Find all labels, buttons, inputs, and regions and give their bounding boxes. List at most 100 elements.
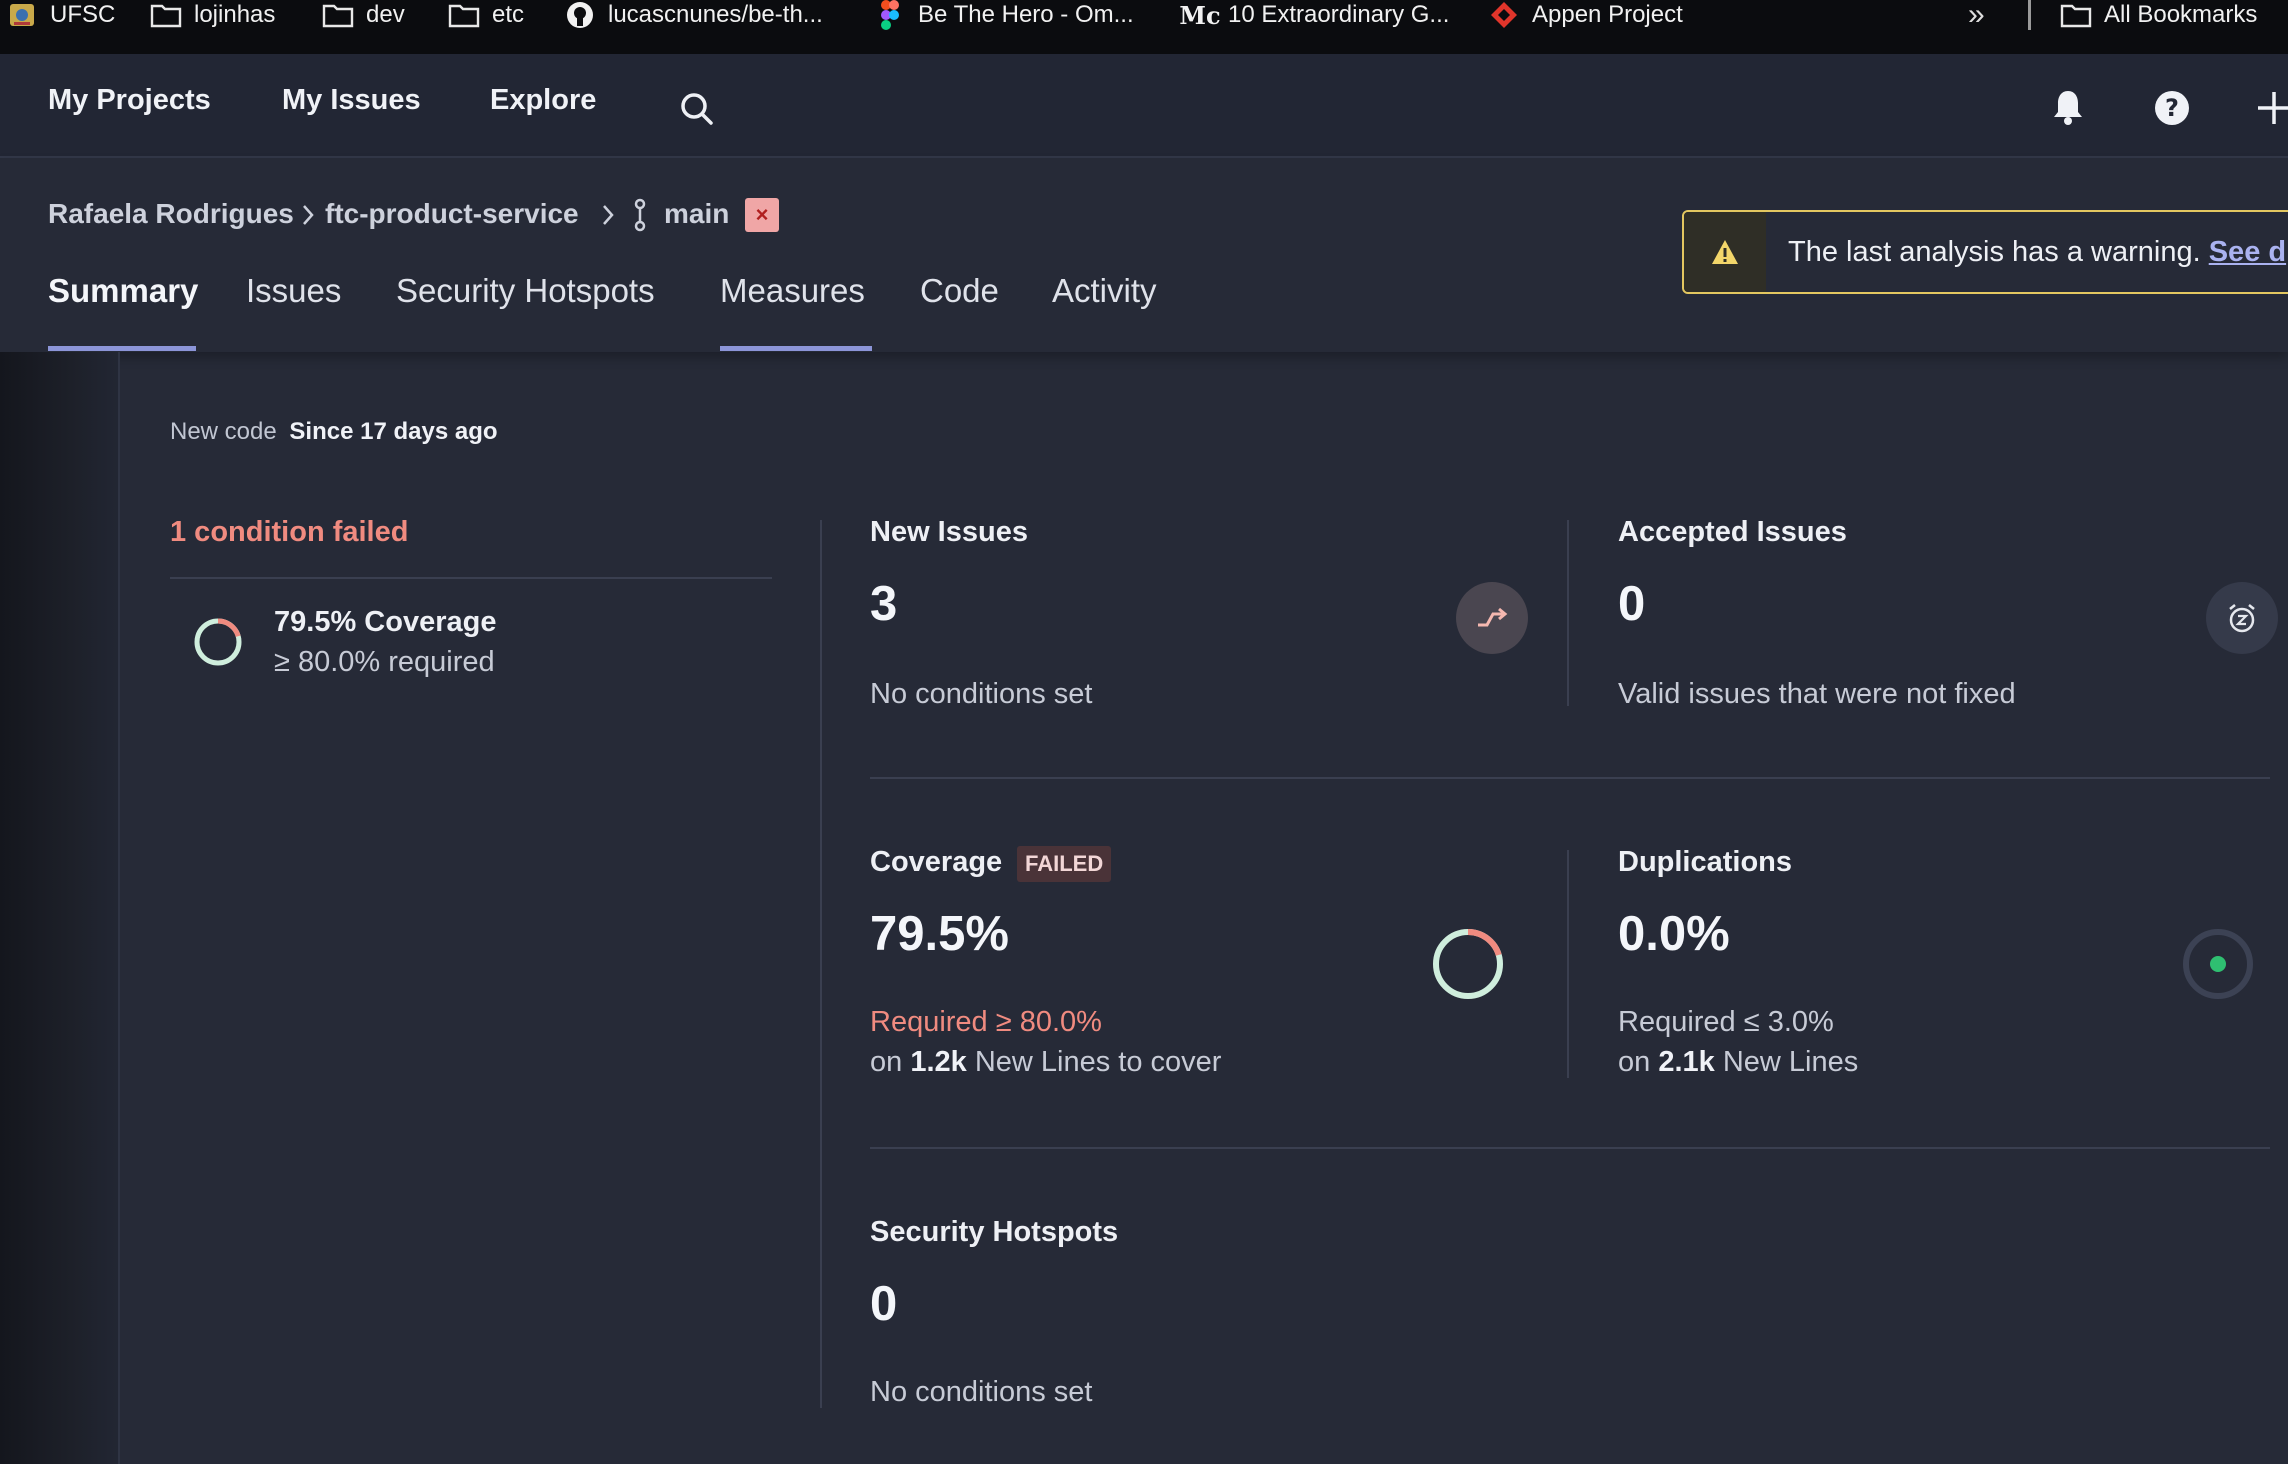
github-icon bbox=[564, 1, 596, 29]
duplications-value[interactable]: 0.0% bbox=[1618, 906, 1730, 962]
appen-icon bbox=[1488, 1, 1520, 29]
tab-measures[interactable]: Measures bbox=[720, 272, 865, 310]
column-divider bbox=[820, 520, 822, 1408]
bookmark-label: dev bbox=[366, 1, 405, 28]
card-divider bbox=[1567, 850, 1569, 1078]
duplications-indicator-icon bbox=[2180, 926, 2256, 1007]
bookmark-label: UFSC bbox=[50, 1, 116, 28]
accepted-issues-value[interactable]: 0 bbox=[1618, 576, 1645, 632]
accepted-issues-title: Accepted Issues bbox=[1618, 516, 1847, 548]
conditions-failed-heading: 1 condition failed bbox=[170, 516, 409, 548]
coverage-lines-amount[interactable]: 1.2k bbox=[910, 1046, 966, 1078]
figma-icon bbox=[874, 0, 906, 30]
coverage-lines-prefix: on bbox=[870, 1046, 903, 1078]
bell-icon[interactable] bbox=[2052, 88, 2084, 131]
security-hotspots-desc: No conditions set bbox=[870, 1376, 1093, 1408]
coverage-donut-icon bbox=[192, 616, 244, 673]
bookmark-lojinhas[interactable]: lojinhas bbox=[150, 0, 275, 30]
bookmark-ufsc[interactable]: UFSC bbox=[6, 0, 115, 30]
row-divider bbox=[870, 777, 2270, 779]
coverage-value[interactable]: 79.5% bbox=[870, 906, 1009, 962]
bookmark-label: 10 Extraordinary G... bbox=[1228, 1, 1450, 28]
snooze-clock-icon bbox=[2206, 582, 2278, 654]
tab-activity[interactable]: Activity bbox=[1052, 272, 1157, 310]
hover-tab-indicator bbox=[720, 346, 872, 351]
project-header: Rafaela Rodrigues ftc-product-service ma… bbox=[0, 158, 2288, 352]
folder-icon bbox=[2060, 1, 2092, 29]
duplications-lines-suffix: New Lines bbox=[1722, 1046, 1859, 1078]
folder-icon bbox=[322, 1, 354, 29]
duplications-lines: on 2.1k New Lines bbox=[1618, 1046, 1858, 1079]
new-issues-trend-icon bbox=[1456, 582, 1528, 654]
bookmark-appen[interactable]: Appen Project bbox=[1488, 0, 1683, 30]
branch-icon bbox=[630, 198, 650, 237]
breadcrumb-branch[interactable]: main bbox=[664, 198, 729, 230]
coverage-title: Coverage bbox=[870, 846, 1003, 878]
tab-issues[interactable]: Issues bbox=[246, 272, 341, 310]
condition-requirement: ≥ 80.0% required bbox=[274, 646, 495, 678]
new-issues-title: New Issues bbox=[870, 516, 1028, 548]
coverage-donut-chart bbox=[1428, 924, 1508, 1009]
nav-explore[interactable]: Explore bbox=[490, 84, 596, 117]
bookmark-figma[interactable]: Be The Hero - Om... bbox=[874, 0, 1134, 30]
bookmark-dev[interactable]: dev bbox=[322, 0, 405, 30]
folder-icon bbox=[448, 1, 480, 29]
chevron-right-icon bbox=[300, 202, 316, 233]
condition-title[interactable]: 79.5% Coverage bbox=[274, 606, 496, 639]
duplications-lines-amount[interactable]: 2.1k bbox=[1658, 1046, 1714, 1078]
divider bbox=[170, 577, 772, 579]
new-code-label: New code bbox=[170, 418, 277, 445]
bookmark-etc[interactable]: etc bbox=[448, 0, 524, 30]
bookmarks-bar: UFSC lojinhas dev etc lucascnunes/be-th.… bbox=[0, 0, 2288, 54]
duplications-lines-prefix: on bbox=[1618, 1046, 1651, 1078]
warning-icon bbox=[1684, 212, 1766, 292]
duplications-required: Required ≤ 3.0% bbox=[1618, 1006, 1834, 1038]
active-tab-indicator bbox=[48, 346, 196, 351]
medium-icon: Mc bbox=[1179, 0, 1221, 30]
bookmark-medium[interactable]: Mc 10 Extraordinary G... bbox=[1179, 0, 1450, 30]
bookmarks-divider bbox=[2028, 0, 2031, 30]
row-divider bbox=[870, 1147, 2270, 1149]
bookmark-label: Appen Project bbox=[1532, 1, 1683, 28]
coverage-lines-suffix: New Lines to cover bbox=[974, 1046, 1222, 1078]
new-code-period: New code Since 17 days ago bbox=[170, 418, 498, 446]
tab-code[interactable]: Code bbox=[920, 272, 999, 310]
bookmarks-overflow-button[interactable]: » bbox=[1968, 0, 1985, 32]
help-icon[interactable]: ? bbox=[2154, 90, 2190, 131]
svg-text:?: ? bbox=[2165, 94, 2179, 122]
all-bookmarks-button[interactable]: All Bookmarks bbox=[2060, 0, 2257, 30]
coverage-required: Required ≥ 80.0% bbox=[870, 1006, 1102, 1038]
new-code-value: Since 17 days ago bbox=[289, 418, 498, 445]
duplications-title: Duplications bbox=[1618, 846, 1793, 878]
card-divider bbox=[1567, 520, 1569, 706]
warning-details-link[interactable]: See d bbox=[2209, 236, 2286, 268]
new-issues-value[interactable]: 3 bbox=[870, 576, 897, 632]
failed-badge: FAILED bbox=[1017, 846, 1112, 882]
bookmark-label: lucascnunes/be-th... bbox=[608, 1, 823, 28]
plus-icon[interactable] bbox=[2256, 90, 2288, 131]
analysis-warning-banner: The last analysis has a warning. See d bbox=[1682, 210, 2288, 294]
nav-my-issues[interactable]: My Issues bbox=[282, 84, 421, 117]
all-bookmarks-label: All Bookmarks bbox=[2104, 1, 2258, 28]
breadcrumb-owner[interactable]: Rafaela Rodrigues bbox=[48, 198, 294, 230]
tab-security-hotspots[interactable]: Security Hotspots bbox=[396, 272, 655, 310]
university-logo-icon bbox=[6, 1, 38, 29]
new-issues-desc: No conditions set bbox=[870, 678, 1093, 710]
coverage-lines: on 1.2k New Lines to cover bbox=[870, 1046, 1221, 1079]
security-hotspots-value[interactable]: 0 bbox=[870, 1276, 897, 1332]
accepted-issues-desc: Valid issues that were not fixed bbox=[1618, 678, 2016, 710]
left-sidebar-strip bbox=[0, 352, 120, 1464]
folder-icon bbox=[150, 1, 182, 29]
bookmark-github[interactable]: lucascnunes/be-th... bbox=[564, 0, 823, 30]
tab-summary[interactable]: Summary bbox=[48, 272, 198, 310]
chevron-right-icon bbox=[600, 202, 616, 233]
warning-text: The last analysis has a warning. See d bbox=[1766, 236, 2286, 269]
nav-my-projects[interactable]: My Projects bbox=[48, 84, 211, 117]
close-icon[interactable]: × bbox=[745, 198, 779, 232]
top-navigation: My Projects My Issues Explore ? bbox=[0, 54, 2288, 158]
bookmark-label: lojinhas bbox=[194, 1, 276, 28]
search-icon[interactable] bbox=[678, 90, 716, 133]
breadcrumb-project[interactable]: ftc-product-service bbox=[325, 198, 579, 230]
bookmark-label: etc bbox=[492, 1, 525, 28]
bookmark-label: Be The Hero - Om... bbox=[918, 1, 1134, 28]
